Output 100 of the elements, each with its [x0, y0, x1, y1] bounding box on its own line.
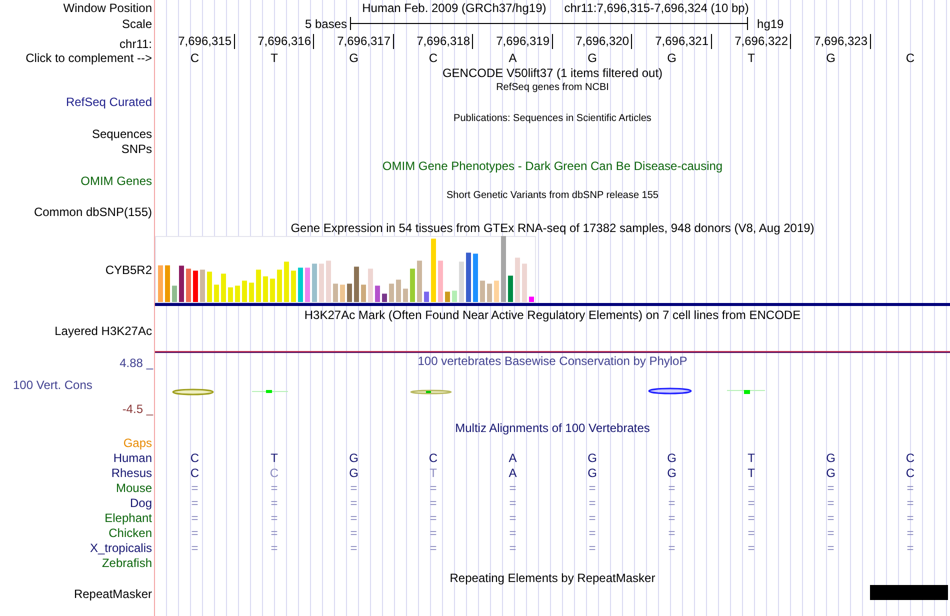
aligned-base: =: [428, 480, 438, 494]
position-tick: 7,696,317: [314, 34, 394, 49]
aligned-base: C: [904, 466, 916, 480]
track-title: Short Genetic Variants from dbSNP release 155: [446, 190, 658, 201]
track-title: Multiz Alignments of 100 Vertebrates: [455, 421, 650, 435]
aligned-base: =: [906, 480, 915, 494]
aligned-base: =: [667, 526, 676, 540]
scale-span: 5 bases: [305, 16, 348, 30]
track-label[interactable]: Click to complement -->: [0, 51, 155, 65]
position-tick: 7,696,320: [552, 34, 632, 49]
base-letter[interactable]: G: [314, 51, 394, 65]
aligned-base: =: [667, 496, 676, 510]
aligned-base: =: [428, 540, 438, 554]
aligned-base: =: [508, 510, 518, 524]
track-label: Window Position: [62, 1, 153, 15]
position-tick: 7,696,315: [155, 34, 234, 49]
aligned-base: T: [746, 466, 756, 480]
base-letter[interactable]: C: [155, 51, 234, 65]
base-letter[interactable]: G: [632, 51, 712, 65]
aligned-base: =: [349, 480, 358, 494]
base-letter[interactable]: T: [234, 51, 314, 65]
aligned-base: =: [588, 480, 597, 494]
aligned-base: =: [270, 540, 279, 554]
aligned-base: A: [508, 450, 518, 464]
position-tick: 7,696,316: [234, 34, 314, 49]
aligned-base: =: [270, 526, 279, 540]
aligned-base: G: [586, 450, 598, 464]
conservation-peak: [252, 390, 288, 393]
aligned-base: T: [270, 450, 279, 464]
aligned-base: =: [667, 540, 676, 554]
aligned-base: =: [667, 510, 676, 524]
aligned-base: =: [270, 496, 279, 510]
aligned-base: G: [825, 450, 836, 464]
aligned-base: =: [826, 510, 836, 524]
track-label: Common dbSNP(155): [32, 204, 153, 218]
track-label: RepeatMasker: [72, 586, 153, 600]
aligned-base: G: [825, 466, 836, 480]
axis-min-label: -4.5 _: [121, 402, 154, 416]
track-title: Repeating Elements by RepeatMasker: [450, 571, 656, 585]
aligned-base: =: [746, 496, 756, 510]
species-label: Human: [112, 450, 153, 464]
base-letter[interactable]: T: [712, 51, 791, 65]
assembly-title: Human Feb. 2009 (GRCh37/hg19): [362, 1, 546, 15]
aligned-base: =: [746, 540, 756, 554]
aligned-base: =: [906, 510, 915, 524]
aligned-base: C: [189, 450, 200, 464]
gene-label: CYB5R2: [104, 262, 153, 276]
species-label: Zebrafish: [100, 556, 153, 570]
aligned-base: =: [190, 510, 200, 524]
aligned-base: =: [270, 480, 279, 494]
position-tick: 7,696,322: [712, 34, 791, 49]
aligned-base: =: [190, 496, 200, 510]
aligned-base: C: [904, 450, 916, 464]
base-letter[interactable]: G: [552, 51, 632, 65]
aligned-base: =: [508, 496, 518, 510]
aligned-base: C: [268, 466, 280, 480]
aligned-base: =: [826, 480, 836, 494]
base-letter[interactable]: C: [394, 51, 473, 65]
aligned-base: G: [666, 466, 678, 480]
track-label: RefSeq Curated: [64, 95, 153, 109]
conservation-peak: [410, 390, 452, 394]
track-title: Gene Expression in 54 tissues from GTEx RNA-seq of 17382 samples, 948 donors (V8, Aug 2019): [290, 220, 814, 234]
aligned-base: A: [508, 466, 518, 480]
species-label: Chicken: [108, 526, 153, 540]
aligned-base: =: [508, 540, 518, 554]
aligned-base: G: [348, 450, 360, 464]
genome-label: hg19: [757, 16, 784, 30]
aligned-base: =: [588, 540, 597, 554]
aligned-base: =: [588, 526, 597, 540]
aligned-base: =: [746, 526, 756, 540]
track-label: Sequences: [90, 127, 153, 141]
track-title: Publications: Sequences in Scientific Articles: [454, 112, 652, 124]
aligned-base: =: [667, 480, 676, 494]
aligned-base: =: [906, 526, 915, 540]
aligned-base: =: [349, 496, 358, 510]
conservation-peak: [172, 388, 214, 396]
track-title: GENCODE V50lift37 (1 items filtered out): [442, 66, 663, 80]
aligned-base: =: [190, 480, 200, 494]
aligned-base: =: [349, 526, 358, 540]
species-label: Elephant: [104, 510, 153, 524]
aligned-base: =: [826, 496, 836, 510]
base-letter[interactable]: A: [473, 51, 552, 65]
track-title: H3K27Ac Mark (Often Found Near Active Regulatory Elements) on 7 cell lines from ENCODE: [304, 308, 801, 322]
aligned-base: =: [428, 496, 438, 510]
aligned-base: =: [746, 480, 756, 494]
species-label: Rhesus: [110, 466, 153, 480]
aligned-base: G: [586, 466, 598, 480]
base-letter[interactable]: G: [791, 51, 870, 65]
base-letter[interactable]: C: [870, 51, 950, 65]
conservation-peak: [648, 388, 692, 394]
aligned-base: =: [508, 526, 518, 540]
track-label: Layered H3K27Ac: [54, 324, 153, 338]
aligned-base: =: [349, 540, 358, 554]
aligned-base: =: [190, 540, 200, 554]
aligned-base: =: [349, 510, 358, 524]
axis-max-label: 4.88 _: [118, 356, 154, 370]
position-tick: 7,696,319: [473, 34, 552, 49]
position-tick: 7,696,323: [791, 34, 870, 49]
aligned-base: T: [746, 450, 756, 464]
aligned-base: =: [270, 510, 279, 524]
